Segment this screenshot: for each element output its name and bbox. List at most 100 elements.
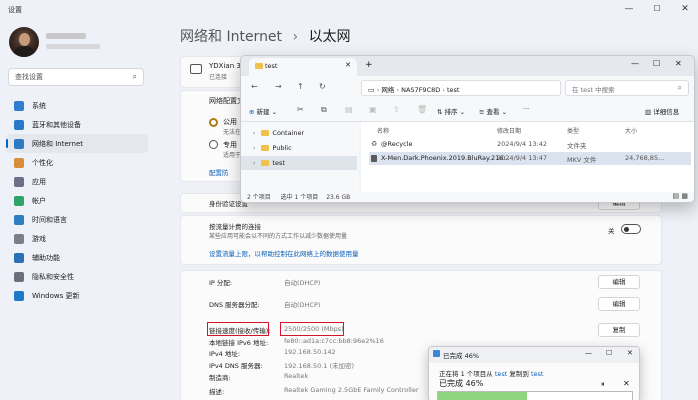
detail-label: IPv4 DNS 服务器: (209, 362, 263, 370)
explorer-close-icon[interactable]: ✕ (675, 59, 682, 68)
tree-item[interactable]: › Container (241, 126, 357, 140)
copy-src-link[interactable]: test (495, 370, 507, 378)
metered-desc: 某些应用可能会以不同的方式工作以减少数据使用量 (209, 233, 348, 240)
file-date: 2024/9/4 13:42 (497, 140, 547, 148)
sidebar-item-3[interactable]: 个性化 (6, 153, 148, 172)
new-tab-button[interactable]: + (365, 60, 373, 70)
explorer-maximize-icon[interactable]: ☐ (653, 59, 660, 68)
sidebar-nav: 系统 蓝牙和其他设备 网络和 Internet 个性化应用帐户时间和语言游戏辅助功能隐… (6, 96, 148, 305)
copy-dst-link[interactable]: test (531, 370, 543, 378)
new-plus-icon: ⊕ (249, 108, 255, 116)
explorer-minimize-icon[interactable]: — (631, 59, 639, 68)
tree-item[interactable]: › Public (241, 141, 357, 155)
edit-button[interactable]: 编辑 (598, 297, 640, 311)
expand-chevron-icon[interactable]: › (253, 145, 255, 152)
sidebar-item-label: 隐私和安全性 (32, 272, 74, 281)
paste-icon[interactable]: ▤ (345, 105, 353, 114)
column-header[interactable]: 类型 (567, 126, 579, 135)
breadcrumb: 网络和 Internet › 以太网 (180, 26, 351, 46)
folder-icon (261, 145, 270, 151)
sidebar-icon (14, 233, 24, 244)
copy-minimize-icon[interactable]: — (585, 349, 592, 357)
column-header[interactable]: 名称 (377, 126, 389, 135)
delete-icon[interactable]: 🗑 (417, 105, 427, 114)
sidebar-item-4[interactable]: 应用 (6, 172, 148, 191)
forward-icon[interactable]: → (275, 82, 282, 91)
copy-progress-bar (437, 391, 633, 400)
sidebar-icon (14, 290, 24, 301)
data-limit-link[interactable]: 设置流量上限，以帮助控制在此网络上的数据使用量 (209, 248, 359, 258)
private-radio[interactable] (209, 140, 218, 149)
sidebar-item-label: 应用 (32, 177, 46, 186)
new-button[interactable]: ⊕ 新建 ⌄ (249, 106, 277, 116)
cancel-copy-icon[interactable]: ✕ (623, 379, 630, 388)
sidebar-item-7[interactable]: 游戏 (6, 229, 148, 248)
copy-progress-fill (438, 392, 528, 400)
firewall-link[interactable]: 配置防 (209, 167, 229, 177)
sidebar-item-5[interactable]: 帐户 (6, 191, 148, 210)
tab-close-icon[interactable]: ✕ (345, 61, 351, 69)
view-button[interactable]: ≡ 查看 ⌄ (479, 106, 507, 116)
sidebar-item-10[interactable]: Windows 更新 (6, 286, 148, 305)
file-row[interactable]: ♻ @Recycle 2024/9/4 13:42 文件夹 (369, 138, 691, 151)
explorer-tab-label: test (265, 62, 278, 70)
back-icon[interactable]: ← (251, 82, 258, 91)
file-row[interactable]: X-Men.Dark.Phoenix.2019.BluRay.216... 202… (369, 152, 691, 165)
sidebar-item-label: 时间和语言 (32, 215, 67, 224)
public-desc: 无法在 (223, 129, 242, 136)
explorer-search-input[interactable]: 在 test 中搜索 ⌕ (565, 80, 689, 96)
view-label: 查看 (486, 108, 500, 116)
refresh-icon[interactable]: ↻ (319, 82, 326, 91)
sort-icon: ⇅ (437, 108, 443, 116)
sidebar-item-label: 辅助功能 (32, 253, 60, 262)
tree-item[interactable]: › test (241, 156, 357, 170)
copy-title: 已完成 46% (443, 352, 480, 360)
sidebar-item-0[interactable]: 系统 (6, 96, 148, 115)
share-icon[interactable]: ⇪ (393, 105, 400, 114)
sidebar-item-2[interactable]: 网络和 Internet (6, 134, 148, 153)
breadcrumb-parent[interactable]: 网络和 Internet (180, 29, 282, 45)
more-button[interactable]: ··· (523, 105, 529, 113)
sidebar-item-8[interactable]: 辅助功能 (6, 248, 148, 267)
expand-chevron-icon[interactable]: › (253, 160, 255, 167)
expand-chevron-icon[interactable]: › (253, 130, 255, 137)
pause-icon[interactable]: ⏸ (601, 380, 605, 389)
maximize-button[interactable]: ☐ (646, 0, 668, 18)
status-count: 2 个项目 (247, 194, 271, 201)
details-pane-button[interactable]: ▥ 详细信息 (645, 106, 679, 116)
sidebar-item-1[interactable]: 蓝牙和其他设备 (6, 115, 148, 134)
minimize-button[interactable]: — (618, 0, 640, 18)
detail-value: fe80::ad1a:c7cc:bb8:96e2%16 (284, 337, 384, 345)
sidebar-item-6[interactable]: 时间和语言 (6, 210, 148, 229)
sort-button[interactable]: ⇅ 排序 ⌄ (437, 106, 465, 116)
sidebar-icon (14, 252, 24, 263)
detail-label: IP 分配: (209, 279, 233, 287)
folder-icon (261, 160, 270, 166)
cut-icon[interactable]: ✂ (297, 105, 304, 114)
close-button[interactable]: ✕ (674, 0, 696, 18)
copy-desc-prefix: 正在将 1 个项目从 (439, 370, 493, 378)
path-network[interactable]: 网络 (381, 86, 394, 94)
sidebar-icon (14, 271, 24, 282)
explorer-search-icon: ⌕ (677, 83, 682, 92)
sidebar-icon (14, 157, 24, 168)
column-header[interactable]: 大小 (625, 126, 637, 135)
settings-search-input[interactable]: 查找设置 ⌕ (8, 68, 144, 86)
view-toggle-icons[interactable]: ▤ ▦ (673, 192, 688, 200)
explorer-tab[interactable]: test ✕ (249, 58, 357, 76)
column-header[interactable]: 修改日期 (497, 126, 521, 135)
edit-button[interactable]: 编辑 (598, 275, 640, 289)
copy-close-icon[interactable]: ✕ (627, 349, 633, 357)
rename-icon[interactable]: ▣ (369, 105, 377, 114)
public-radio[interactable] (209, 118, 218, 127)
path-box[interactable]: ▭ › 网络 › NAS7F9C8D › test (361, 80, 561, 96)
sidebar-item-9[interactable]: 隐私和安全性 (6, 267, 148, 286)
copy-maximize-icon[interactable]: ☐ (606, 349, 612, 357)
copy-button[interactable]: 复制 (598, 323, 640, 337)
path-nas[interactable]: NAS7F9C8D (401, 86, 440, 94)
up-icon[interactable]: ↑ (297, 82, 304, 91)
metered-toggle[interactable] (621, 224, 641, 234)
sidebar-icon (14, 214, 24, 225)
copy-icon[interactable]: ⧉ (321, 105, 327, 115)
path-test[interactable]: test (447, 86, 459, 94)
